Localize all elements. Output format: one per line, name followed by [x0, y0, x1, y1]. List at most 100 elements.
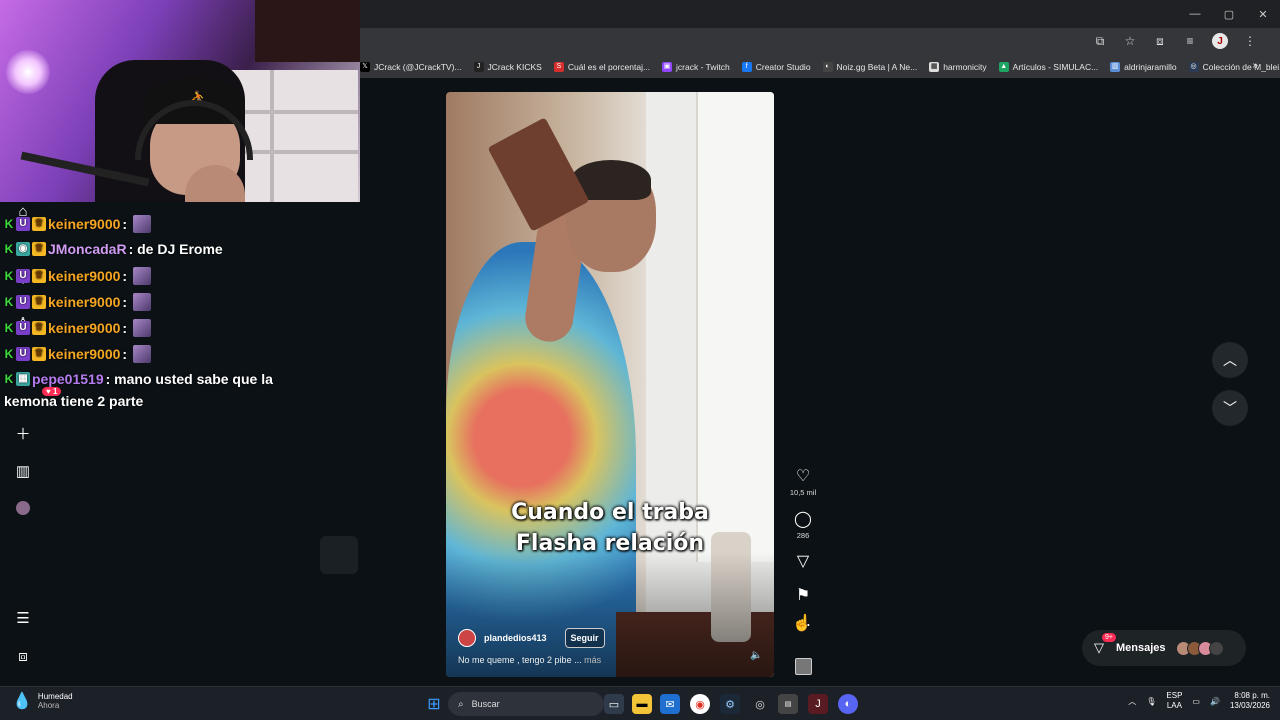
bookmarks-overflow-button[interactable]: » — [1252, 60, 1258, 71]
author-avatar[interactable] — [458, 629, 476, 647]
more-link[interactable]: más — [584, 655, 601, 665]
chat-text: : — [122, 216, 128, 232]
weather-widget[interactable]: 💧 Humedad Ahora — [12, 691, 73, 711]
heart-icon[interactable]: ♡ — [788, 468, 818, 486]
extensions-icon[interactable]: ⧈ — [1152, 33, 1168, 49]
music-disc[interactable] — [795, 658, 812, 675]
screen: — ▢ ✕ ⧉ ☆ ⧈ ≡ J ⋮ 𝕏 JCrack (@JCrackTV)...… — [0, 0, 1280, 720]
bookmark-item[interactable]: 𝕏 JCrack (@JCrackTV)... — [360, 62, 462, 72]
app-icon[interactable]: ▤ — [778, 694, 798, 714]
maximize-button[interactable]: ▢ — [1212, 0, 1246, 28]
like-action[interactable]: ♡ 10,5 mil — [788, 468, 818, 497]
kick-badge-icon: K — [4, 269, 14, 283]
crown-badge-icon: ♛ — [32, 295, 46, 309]
chat-text: : — [122, 268, 128, 284]
comment-count: 286 — [796, 531, 810, 540]
x-icon: 𝕏 — [360, 62, 370, 72]
chat-username: keiner9000 — [48, 320, 121, 336]
follow-button[interactable]: Seguir — [564, 628, 605, 648]
volume-tray-icon[interactable]: 🔊 — [1210, 697, 1220, 706]
previous-video-button[interactable]: ︿ — [1212, 342, 1248, 378]
jcrack-app-icon[interactable]: J — [808, 694, 828, 714]
comment-action[interactable]: ◯ 286 — [788, 511, 818, 540]
analytics-icon[interactable]: ▥ — [14, 462, 32, 480]
chrome-icon[interactable]: ◉ — [690, 694, 710, 714]
crown-badge-icon: ♛ — [32, 217, 46, 231]
collection-icon: ◎ — [1188, 62, 1199, 72]
bookmark-item[interactable]: ▦ harmonicity — [929, 62, 987, 72]
profile-avatar-icon[interactable]: J — [1212, 33, 1228, 49]
harmonicity-icon: ▦ — [929, 62, 940, 72]
tray-chevron-up-icon[interactable]: ︿ — [1128, 696, 1136, 707]
wall-poster — [255, 0, 360, 62]
chat-message: K U ♛ keiner9000 : — [4, 319, 152, 337]
tiktok-page: ⛹ ⌂ ◈ ♙ ♥ ＋ ▥ ☰ ⧈ K U ♛ keiner9000 : K ◉… — [0, 0, 1280, 686]
bookmark-item[interactable]: f Creator Studio — [741, 62, 811, 72]
profile-avatar[interactable] — [14, 499, 32, 517]
webcam-overlay: ⛹ — [0, 0, 360, 202]
emote-icon — [133, 215, 152, 233]
jcrack-icon: J — [473, 62, 484, 72]
drive-icon: ▲ — [998, 62, 1009, 72]
chat-text: : — [122, 294, 128, 310]
bookmark-icon[interactable]: ⚑ — [788, 587, 818, 605]
comment-icon[interactable]: ◯ — [788, 511, 818, 529]
author-name[interactable]: plandedios413 — [484, 633, 547, 643]
video-description: No me queme , tengo 2 pibe ... más — [458, 655, 602, 665]
facebook-icon: f — [741, 62, 752, 72]
bookmark-item[interactable]: ◐ Noiz.gg Beta | A Ne... — [822, 62, 917, 72]
video-caption: Cuando el traba Flasha relación — [511, 500, 709, 556]
steam-icon[interactable]: ⚙ — [720, 694, 740, 714]
bookmark-star-icon[interactable]: ☆ — [1122, 33, 1138, 49]
menu-kebab-icon[interactable]: ⋮ — [1242, 33, 1258, 49]
save-action[interactable]: ⚑ — [788, 587, 818, 605]
more-menu-icon[interactable]: ☰ — [14, 609, 32, 627]
task-view-icon[interactable]: ▭ — [604, 694, 624, 714]
door — [696, 92, 774, 562]
gift-badge-icon: ◉ — [16, 242, 30, 256]
bookmark-item[interactable]: ▥ aldrinjaramillo — [1110, 62, 1177, 72]
sub-badge-icon: U — [16, 217, 30, 231]
bookmark-item[interactable]: J JCrack KICKS — [473, 62, 542, 72]
emote-icon — [133, 293, 152, 311]
obs-icon[interactable]: ◎ — [750, 694, 770, 714]
share-action[interactable]: ▽ — [788, 553, 818, 571]
media-control-icon[interactable]: ≡ — [1182, 33, 1198, 49]
upload-plus-icon[interactable]: ＋ — [14, 424, 32, 443]
chat-username: keiner9000 — [48, 346, 121, 362]
outlook-icon[interactable]: ✉ — [660, 694, 680, 714]
chat-username: JMoncadaR — [48, 241, 127, 257]
clock[interactable]: 8:08 p. m. 13/03/2026 — [1230, 691, 1270, 711]
bookmarks-bar: 𝕏 JCrack (@JCrackTV)... J JCrack KICKS S Cu… — [360, 56, 1280, 78]
video-player[interactable]: Cuando el traba Flasha relación plandedi… — [446, 92, 774, 677]
microphone-icon[interactable]: 🎙 — [1146, 697, 1156, 706]
crown-badge-icon: ♛ — [32, 347, 46, 361]
minimize-button[interactable]: — — [1178, 0, 1212, 28]
twitch-icon: ▣ — [662, 62, 673, 72]
bookmark-item[interactable]: ▣ jcrack - Twitch — [662, 62, 730, 72]
discord-icon[interactable]: ◐ — [838, 694, 858, 714]
ring-light — [6, 50, 50, 94]
apps-grid-icon[interactable]: ⧈ — [14, 647, 32, 665]
volume-icon[interactable]: 🔈 — [750, 650, 762, 661]
file-explorer-icon[interactable]: ▬ — [632, 694, 652, 714]
bookmark-item[interactable]: S Cuál es el porcentaj... — [553, 62, 650, 72]
bookmark-item[interactable]: ▲ Artículos - SIMULAC... — [998, 62, 1098, 72]
next-video-button[interactable]: ﹀ — [1212, 390, 1248, 426]
ghost-thumbnail — [320, 536, 358, 574]
bookmark-item[interactable]: ◎ Colección de M_blei... — [1188, 62, 1280, 72]
trello-icon: ▥ — [1110, 62, 1121, 72]
messages-button[interactable]: ▽ 9+ Mensajes — [1082, 630, 1246, 666]
start-windows-icon[interactable]: ⊞ — [424, 694, 444, 714]
crown-badge-icon: ♛ — [32, 269, 46, 283]
kick-badge-icon: K — [4, 217, 14, 231]
close-button[interactable]: ✕ — [1246, 0, 1280, 28]
emote-icon — [133, 345, 152, 363]
network-icon[interactable]: ▭ — [1192, 697, 1200, 706]
chat-username: pepe01519 — [32, 371, 104, 387]
taskbar-search[interactable]: ⌕ Buscar — [448, 692, 604, 716]
toolbar-icons: ⧉ ☆ ⧈ ≡ J ⋮ — [1092, 33, 1258, 49]
language-indicator[interactable]: ESP LAA — [1166, 691, 1182, 711]
share-icon[interactable]: ▽ — [788, 553, 818, 571]
install-app-icon[interactable]: ⧉ — [1092, 33, 1108, 49]
